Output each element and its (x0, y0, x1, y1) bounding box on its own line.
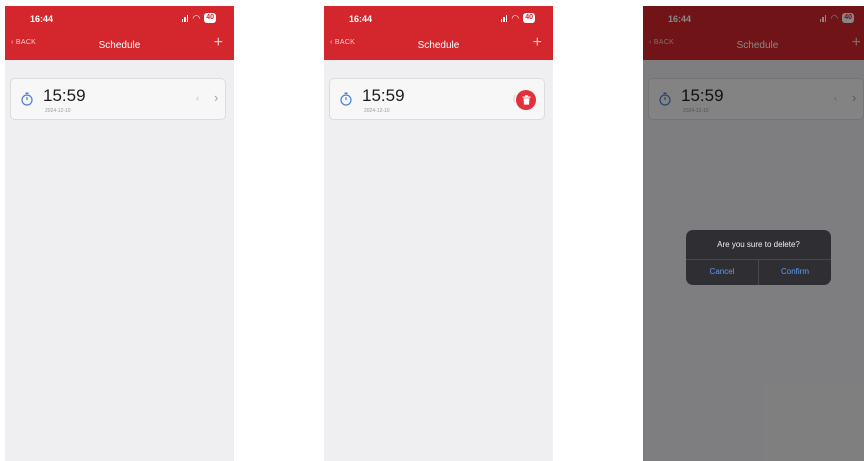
status-time: 16:44 (30, 14, 54, 24)
battery-icon: 40 (204, 13, 216, 23)
add-button[interactable]: + (533, 34, 542, 52)
status-icons: ◠ 40 (181, 12, 216, 24)
dialog-message: Are you sure to delete? (717, 240, 800, 249)
status-time: 16:44 (349, 14, 373, 24)
app-header: 16:44 ◠ 40 ‹ BACK Schedule + (5, 6, 234, 60)
chevron-left-small-icon: ‹ (196, 93, 199, 103)
confirm-button[interactable]: Confirm (759, 267, 831, 276)
add-button[interactable]: + (214, 34, 223, 52)
cancel-button[interactable]: Cancel (686, 267, 758, 276)
page-title: Schedule (417, 40, 460, 51)
schedule-time: 15:59 (43, 86, 86, 105)
signal-icon (500, 14, 508, 22)
phone-screen-1: 16:44 ◠ 40 ‹ BACK Schedule + 15:59 2024-… (5, 6, 234, 461)
page-title: Schedule (98, 40, 141, 51)
signal-icon (181, 14, 189, 22)
delete-confirm-dialog: Are you sure to delete? Cancel Confirm (686, 230, 831, 285)
schedule-item[interactable]: 15:59 2024-12-10 ( (329, 78, 545, 120)
phone-screen-3: 16:44 ◠ 40 ‹ BACK Schedule + 15:59 2024-… (643, 6, 864, 461)
stopwatch-icon (21, 92, 33, 106)
wifi-icon: ◠ (511, 13, 520, 23)
delete-button[interactable] (516, 90, 536, 110)
battery-icon: 40 (523, 13, 535, 23)
schedule-item[interactable]: 15:59 2024-12-10 ‹ › (10, 78, 226, 120)
trash-icon (522, 95, 530, 105)
app-header: 16:44 ◠ 40 ‹ BACK Schedule + (324, 6, 553, 60)
schedule-date: 2024-12-10 (45, 108, 71, 114)
stopwatch-icon (340, 92, 352, 106)
status-icons: ◠ 40 (500, 12, 535, 24)
phone-screen-2: 16:44 ◠ 40 ‹ BACK Schedule + 15:59 2024-… (324, 6, 553, 461)
wifi-icon: ◠ (192, 13, 201, 23)
schedule-time: 15:59 (362, 86, 405, 105)
schedule-date: 2024-12-10 (364, 108, 390, 114)
chevron-right-icon[interactable]: › (214, 90, 218, 105)
